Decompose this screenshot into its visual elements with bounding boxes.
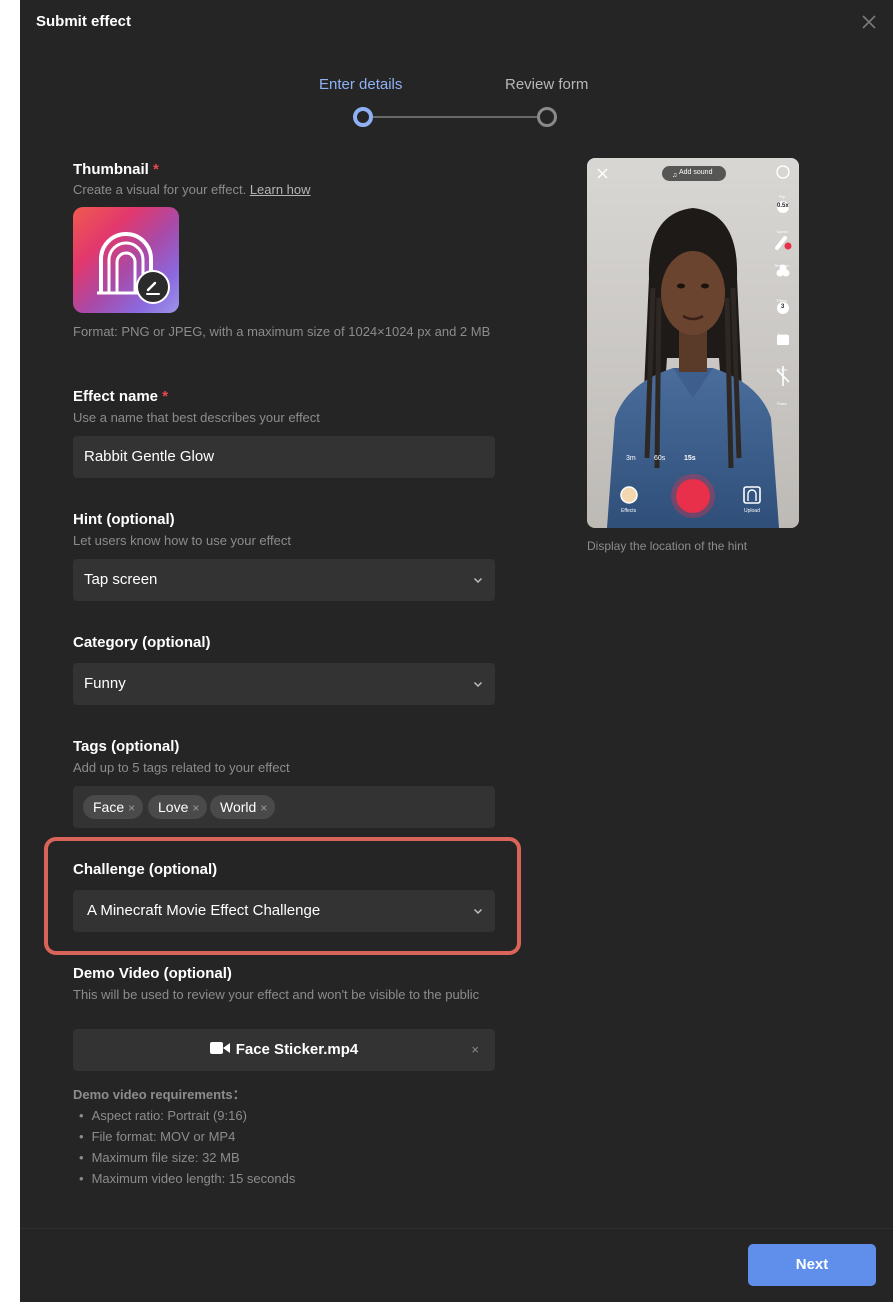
video-camera-icon [209,1042,230,1054]
requirement-item: Maximum video length: 15 seconds [73,1168,296,1189]
effect-name-label-text: Effect name [73,388,159,405]
tag-label: Face [93,799,125,815]
remove-tag-icon[interactable]: × [260,801,267,815]
requirement-item: Maximum file size: 32 MB [73,1147,295,1168]
category-select[interactable]: Funny [73,663,495,705]
demo-video-label: Demo Video (optional) [73,965,232,982]
tag-label: Love [158,799,189,815]
duration-60s: 60s [654,455,666,462]
challenge-select[interactable]: A Minecraft Movie Effect Challenge [73,890,495,932]
tag-chip: Face × [83,795,144,819]
effect-name-input[interactable]: Rabbit Gentle Glow [73,436,495,478]
chevron-down-icon [473,681,483,688]
thumbnail-label-text: Thumbnail [73,161,149,178]
tag-chip: Love × [148,795,208,819]
hint-select-value: Tap screen [84,571,158,588]
step-enter-details-label: Enter details [319,76,403,93]
side-tool-label: Filters [776,297,788,303]
side-tool-label: Retouch [774,263,790,268]
chevron-down-icon [473,577,483,584]
demo-video-requirements: Demo video requirements： Aspect ratio: P… [73,1084,295,1189]
chevron-down-icon [473,908,483,915]
submit-effect-dialog: Submit effect Enter details Review form … [20,0,893,1302]
thumbnail-format-note: Format: PNG or JPEG, with a maximum size… [73,324,491,339]
hint-select[interactable]: Tap screen [73,559,495,601]
effect-preview: ♫ Add sound 0.5x 3 Flip Speed Retouch Fi… [587,158,799,528]
tags-help: Add up to 5 tags related to your effect [73,760,290,775]
category-label: Category (optional) [73,634,211,651]
demo-video-file: Face Sticker.mp4 [73,1041,495,1058]
step-enter-details-indicator [353,107,373,127]
side-tool-label: Timer [776,332,788,337]
learn-how-link[interactable]: Learn how [250,182,311,197]
thumbnail-help-text: Create a visual for your effect. [73,182,247,197]
requirements-title: Demo video requirements： [73,1087,246,1102]
thumbnail-help: Create a visual for your effect. Learn h… [73,182,311,198]
duration-15s: 15s [684,455,696,462]
tags-label: Tags (optional) [73,738,180,755]
duration-3m: 3m [626,455,636,462]
thumbnail-image[interactable] [73,207,179,313]
challenge-label: Challenge (optional) [73,861,218,878]
remove-video-icon[interactable]: × [471,1042,479,1057]
challenge-select-value: A Minecraft Movie Effect Challenge [87,902,321,919]
effect-name-label: Effect name * [73,388,168,405]
remove-tag-icon[interactable]: × [192,801,199,815]
remove-tag-icon[interactable]: × [128,801,135,815]
effect-name-value: Rabbit Gentle Glow [84,448,215,465]
preview-caption: Display the location of the hint [587,539,748,553]
tags-input[interactable]: Face × Love × World × [73,786,495,828]
required-mark: * [153,161,159,178]
tag-label: World [220,799,257,815]
step-review-form-label: Review form [505,76,589,93]
demo-video-file-name: Face Sticker.mp4 [235,1041,359,1058]
hint-label: Hint (optional) [73,511,175,528]
tag-chip: World × [210,795,276,819]
side-tool-label: Flash [777,401,787,406]
required-mark: * [162,388,169,405]
effect-name-help: Use a name that best describes your effe… [73,410,320,425]
requirement-item: Aspect ratio: Portrait (9:16) [73,1105,295,1126]
category-select-value: Funny [84,675,126,692]
add-sound-label: Add sound [679,169,713,176]
upload-label: Upload [744,508,760,514]
demo-video-upload[interactable]: Face Sticker.mp4 × [73,1029,495,1071]
footer-divider [20,1228,893,1229]
demo-video-help: This will be used to review your effect … [73,987,480,1002]
dialog-title: Submit effect [36,13,132,30]
svg-text:♫: ♫ [672,172,677,179]
step-review-form-indicator [537,107,557,127]
stepper-connector [373,116,537,118]
side-tool-label: Speed [776,228,788,234]
requirements-list: Aspect ratio: Portrait (9:16) File forma… [73,1105,296,1189]
requirement-item: File format: MOV or MP4 [73,1126,295,1147]
side-tool-labels: Flip Speed Retouch Filters Timer Photo F… [767,180,797,422]
pencil-icon [146,281,160,295]
close-icon[interactable] [859,12,879,32]
side-tool-label: Flip [778,194,786,199]
side-tool-label: Photo [776,366,788,372]
next-button[interactable]: Next [748,1244,876,1286]
effects-label: Effects [621,508,637,514]
hint-help: Let users know how to use your effect [73,533,291,548]
thumbnail-label: Thumbnail * [73,161,159,178]
dialog-header: Submit effect [20,0,893,44]
edit-thumbnail-button[interactable] [136,270,170,304]
